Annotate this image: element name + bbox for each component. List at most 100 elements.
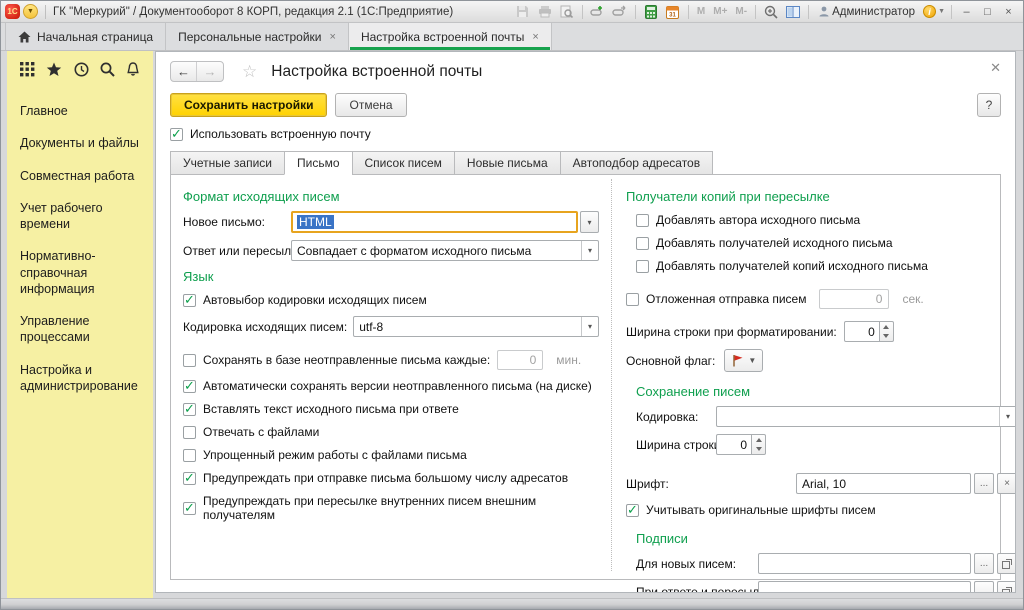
- go-link-icon[interactable]: [611, 4, 629, 20]
- signature-reply-choose-button[interactable]: ...: [974, 581, 994, 593]
- save-settings-button[interactable]: Сохранить настройки: [170, 93, 327, 117]
- selected-value: HTML: [297, 215, 334, 229]
- simple-files-mode-checkbox[interactable]: [183, 449, 196, 462]
- font-field[interactable]: Arial, 10: [796, 473, 971, 494]
- tab-letter[interactable]: Письмо: [284, 151, 353, 175]
- save-icon[interactable]: [514, 4, 532, 20]
- tab-auto-recipients[interactable]: Автоподбор адресатов: [560, 151, 713, 175]
- checkbox-label: Вставлять текст исходного письма при отв…: [203, 402, 459, 416]
- favorite-star-icon[interactable]: ☆: [242, 62, 257, 82]
- insert-source-text-checkbox[interactable]: [183, 403, 196, 416]
- divider: [635, 5, 636, 19]
- favorites-star-icon[interactable]: [46, 62, 62, 77]
- warn-forward-external-checkbox[interactable]: [183, 502, 196, 515]
- tab-home[interactable]: Начальная страница: [5, 23, 166, 50]
- current-user[interactable]: Администратор: [815, 6, 919, 18]
- memory-recall-button[interactable]: M: [695, 6, 707, 17]
- saving-line-width-input[interactable]: 0: [716, 434, 752, 455]
- tab-content-letter: Формат исходящих писем Новое письмо: HTM…: [170, 174, 1001, 580]
- font-choose-button[interactable]: ...: [974, 473, 994, 494]
- section-signatures: Подписи: [636, 531, 1016, 546]
- spinner-arrows[interactable]: [880, 321, 894, 342]
- tab-new-letters[interactable]: Новые письма: [454, 151, 561, 175]
- memory-add-button[interactable]: M+: [711, 6, 729, 17]
- original-fonts-checkbox[interactable]: [626, 504, 639, 517]
- close-window-button[interactable]: ×: [1000, 6, 1017, 18]
- info-icon: i: [923, 5, 936, 18]
- info-button[interactable]: i ▼: [923, 5, 945, 18]
- sidebar-item-settings-administration[interactable]: Настройка и администрирование: [7, 354, 153, 403]
- spinner-arrows[interactable]: [752, 434, 766, 455]
- signature-reply-open-button[interactable]: [997, 581, 1016, 593]
- font-clear-button[interactable]: ×: [997, 473, 1016, 494]
- auto-save-versions-checkbox[interactable]: [183, 380, 196, 393]
- search-icon[interactable]: [100, 62, 115, 77]
- notifications-bell-icon[interactable]: [126, 62, 140, 77]
- sidebar-item-reference-info[interactable]: Нормативно-справочная информация: [7, 240, 153, 305]
- sidebar-item-process-management[interactable]: Управление процессами: [7, 305, 153, 354]
- minimize-button[interactable]: –: [958, 6, 975, 18]
- memory-subtract-button[interactable]: M-: [733, 6, 749, 17]
- help-button[interactable]: ?: [977, 93, 1001, 117]
- signature-new-open-button[interactable]: [997, 553, 1016, 574]
- sidebar-item-collaboration[interactable]: Совместная работа: [7, 160, 153, 192]
- outgoing-encoding-field[interactable]: utf-8 ▾: [353, 316, 599, 337]
- calendar-icon[interactable]: 31: [664, 4, 682, 20]
- sidebar-item-time-tracking[interactable]: Учет рабочего времени: [7, 192, 153, 241]
- calculator-icon[interactable]: [642, 4, 660, 20]
- tab-accounts[interactable]: Учетные записи: [170, 151, 285, 175]
- field-label: Ширина строки:: [636, 438, 716, 452]
- history-clock-icon[interactable]: [74, 62, 89, 77]
- dropdown-button[interactable]: ▾: [999, 407, 1016, 426]
- saving-line-width-row: Ширина строки: 0: [636, 434, 1016, 455]
- reply-with-files-checkbox[interactable]: [183, 426, 196, 439]
- add-link-icon[interactable]: [589, 4, 607, 20]
- spin-down-icon: [756, 447, 762, 451]
- close-tab-icon[interactable]: ×: [532, 31, 538, 43]
- main-menu-button[interactable]: ▼: [23, 4, 38, 19]
- cancel-button[interactable]: Отмена: [335, 93, 406, 117]
- tab-letter-list[interactable]: Список писем: [352, 151, 455, 175]
- signature-new-field[interactable]: [758, 553, 971, 574]
- zoom-icon[interactable]: [762, 4, 780, 20]
- close-tab-icon[interactable]: ×: [330, 31, 336, 43]
- format-line-width-input[interactable]: 0: [844, 321, 880, 342]
- add-cc-recipients-checkbox[interactable]: [636, 260, 649, 273]
- new-letter-format-field[interactable]: HTML: [291, 211, 578, 233]
- sidebar-item-documents-files[interactable]: Документы и файлы: [7, 127, 153, 159]
- saving-encoding-field[interactable]: ▾: [716, 406, 1016, 427]
- menu-grid-icon[interactable]: [20, 62, 35, 77]
- svg-text:31: 31: [670, 12, 677, 18]
- dropdown-button[interactable]: ▾: [580, 211, 599, 233]
- delayed-send-checkbox[interactable]: [626, 293, 639, 306]
- delayed-send-row: Отложенная отправка писем 0 сек.: [626, 289, 1016, 309]
- auto-encoding-checkbox[interactable]: [183, 294, 196, 307]
- dropdown-button[interactable]: ▾: [581, 317, 598, 336]
- main-flag-dropdown-button[interactable]: ▼: [724, 349, 763, 372]
- dropdown-button[interactable]: ▾: [581, 241, 598, 260]
- signature-reply-field[interactable]: [758, 581, 971, 593]
- tab-personal-settings[interactable]: Персональные настройки ×: [166, 23, 349, 50]
- sidebar-item-main[interactable]: Главное: [7, 95, 153, 127]
- font-row: Шрифт: Arial, 10 ... ×: [626, 473, 1016, 494]
- print-icon[interactable]: [536, 4, 554, 20]
- save-unsent-checkbox[interactable]: [183, 354, 196, 367]
- field-label: Ответ или пересылка:: [183, 244, 291, 258]
- split-panel-icon[interactable]: [784, 4, 802, 20]
- back-button[interactable]: ←: [171, 62, 197, 81]
- warn-many-recipients-checkbox[interactable]: [183, 472, 196, 485]
- use-builtin-mail-checkbox[interactable]: [170, 128, 183, 141]
- tab-mail-settings[interactable]: Настройка встроенной почты ×: [349, 23, 552, 50]
- reply-format-field[interactable]: Совпадает с форматом исходного письма ▾: [291, 240, 599, 261]
- delayed-send-seconds-input[interactable]: 0: [819, 289, 889, 309]
- add-recipients-checkbox[interactable]: [636, 237, 649, 250]
- close-form-icon[interactable]: ✕: [990, 61, 1001, 74]
- save-unsent-interval-input[interactable]: 0: [497, 350, 543, 370]
- signature-new-choose-button[interactable]: ...: [974, 553, 994, 574]
- forward-button[interactable]: →: [197, 62, 223, 81]
- field-label: Новое письмо:: [183, 215, 291, 229]
- add-author-checkbox[interactable]: [636, 214, 649, 227]
- maximize-button[interactable]: □: [979, 6, 996, 18]
- print-preview-icon[interactable]: [558, 4, 576, 20]
- right-column: Получатели копий при пересылке Добавлять…: [611, 179, 1016, 571]
